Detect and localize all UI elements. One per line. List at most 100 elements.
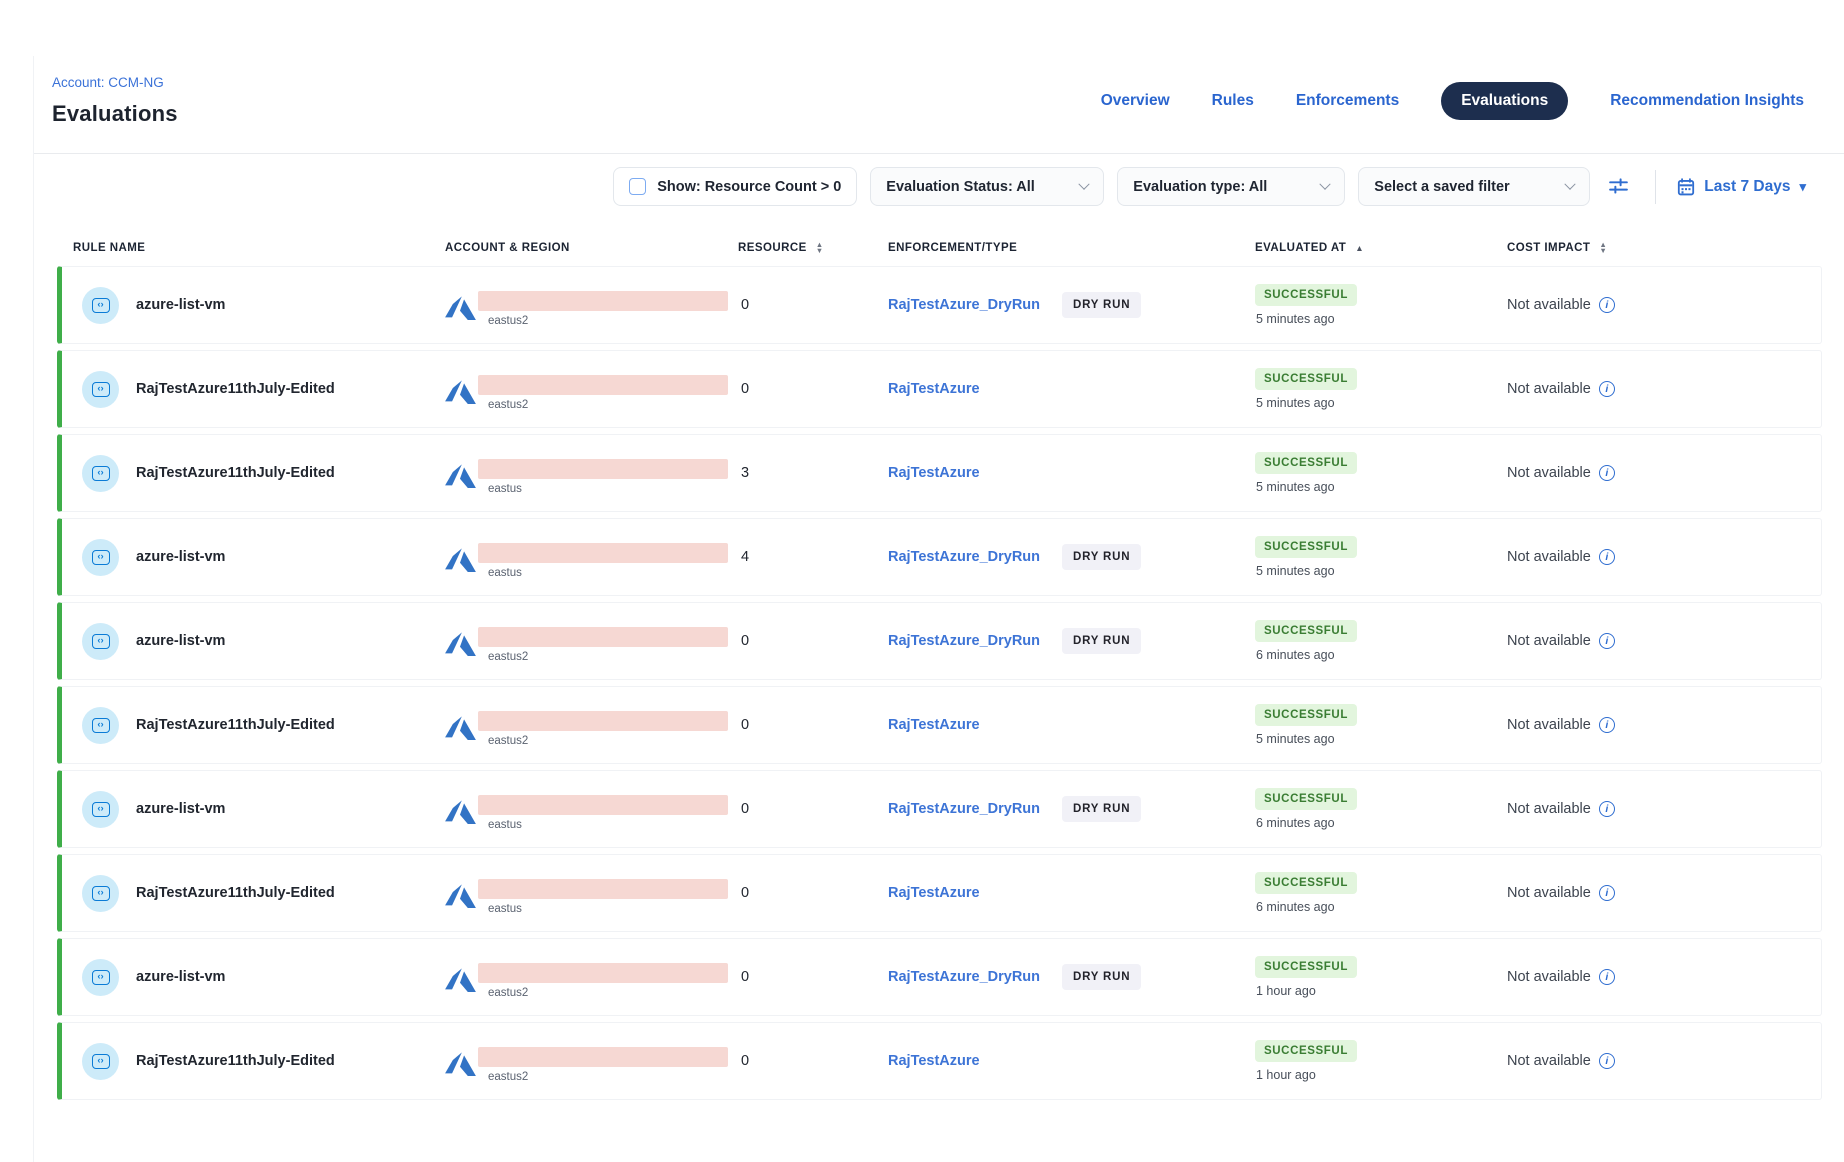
evaluated-at-cell: SUCCESSFUL 6 minutes ago [1255,872,1507,914]
filter-divider [1655,170,1656,204]
enforcement-link[interactable]: RajTestAzure [888,1053,980,1069]
enforcement-link[interactable]: RajTestAzure_DryRun [888,969,1040,985]
resource-count-filter[interactable]: Show: Resource Count > 0 [613,167,857,206]
enforcement-link[interactable]: RajTestAzure_DryRun [888,801,1040,817]
info-icon[interactable]: i [1599,885,1615,901]
account-column: eastus [478,872,728,915]
tab-rules[interactable]: Rules [1212,92,1254,110]
rule-name-cell: ‹› azure-list-vm [62,623,445,660]
table-row[interactable]: ‹› RajTestAzure11thJuly-Edited eastus 0 … [57,854,1822,932]
custom-rule-icon: ‹› [92,718,110,733]
enforcement-link[interactable]: RajTestAzure [888,717,980,733]
date-range-picker[interactable]: Last 7 Days ▾ [1677,178,1806,196]
info-icon[interactable]: i [1599,297,1615,313]
enforcement-link[interactable]: RajTestAzure [888,885,980,901]
column-cost-impact[interactable]: COST IMPACT ▲ ▼ [1507,242,1822,254]
sort-down-arrow: ▼ [816,248,824,254]
evaluated-at-cell: SUCCESSFUL 5 minutes ago [1255,284,1507,326]
date-range-label: Last 7 Days [1704,178,1790,196]
rule-name: RajTestAzure11thJuly-Edited [136,381,335,397]
enforcement-link[interactable]: RajTestAzure_DryRun [888,633,1040,649]
info-icon[interactable]: i [1599,465,1615,481]
info-icon[interactable]: i [1599,969,1615,985]
cost-impact-cell: Not available i [1507,1053,1821,1069]
evaluation-status-dropdown[interactable]: Evaluation Status: All [870,167,1104,206]
evaluated-at-cell: SUCCESSFUL 5 minutes ago [1255,452,1507,494]
evaluated-time: 5 minutes ago [1255,396,1335,410]
enforcement-link[interactable]: RajTestAzure [888,465,980,481]
azure-icon [445,293,476,320]
evaluated-time: 5 minutes ago [1255,732,1335,746]
enforcement-link[interactable]: RajTestAzure_DryRun [888,297,1040,313]
table-row[interactable]: ‹› RajTestAzure11thJuly-Edited eastus2 0… [57,686,1822,764]
table-row[interactable]: ‹› RajTestAzure11thJuly-Edited eastus2 0… [57,350,1822,428]
azure-icon [445,1049,476,1076]
table-row[interactable]: ‹› azure-list-vm eastus2 0 RajTestAzure_… [57,938,1822,1016]
cost-impact-value: Not available [1507,633,1591,649]
resource-count-checkbox[interactable] [629,178,646,195]
account-column: eastus [478,536,728,579]
table-row[interactable]: ‹› RajTestAzure11thJuly-Edited eastus2 0… [57,1022,1822,1100]
tab-enforcements[interactable]: Enforcements [1296,92,1399,110]
column-evaluated-at[interactable]: EVALUATED AT ▲ [1255,242,1507,254]
tab-evaluations[interactable]: Evaluations [1441,82,1568,120]
page-title: Evaluations [52,101,178,127]
cost-impact-value: Not available [1507,297,1591,313]
resource-count: 0 [738,1053,888,1069]
rule-avatar: ‹› [82,1043,119,1080]
account-region-cell: eastus2 [445,620,738,663]
status-badge: SUCCESSFUL [1255,536,1357,558]
caret-down-icon: ▾ [1799,180,1806,193]
evaluated-time: 5 minutes ago [1255,480,1335,494]
sort-updown-icon[interactable]: ▲ ▼ [816,242,824,254]
redacted-account-name [478,711,728,731]
evaluated-time: 6 minutes ago [1255,816,1335,830]
custom-rule-icon: ‹› [92,802,110,817]
breadcrumb-account-link[interactable]: Account: CCM-NG [52,75,164,90]
enforcement-cell: RajTestAzure [888,855,1255,931]
region-label: eastus2 [488,987,728,999]
info-icon[interactable]: i [1599,1053,1615,1069]
evaluated-at-cell: SUCCESSFUL 5 minutes ago [1255,704,1507,746]
dry-run-badge: DRY RUN [1062,544,1141,570]
table-row[interactable]: ‹› azure-list-vm eastus2 0 RajTestAzure_… [57,602,1822,680]
info-icon[interactable]: i [1599,633,1615,649]
filter-settings-button[interactable] [1603,175,1634,198]
sort-ascending-icon[interactable]: ▲ [1355,243,1364,253]
region-label: eastus [488,903,728,915]
cost-impact-cell: Not available i [1507,801,1821,817]
info-icon[interactable]: i [1599,801,1615,817]
redacted-account-name [478,375,728,395]
table-row[interactable]: ‹› azure-list-vm eastus 0 RajTestAzure_D… [57,770,1822,848]
redacted-account-name [478,879,728,899]
account-column: eastus2 [478,620,728,663]
column-resource[interactable]: RESOURCE ▲ ▼ [738,242,888,254]
table-row[interactable]: ‹› azure-list-vm eastus2 0 RajTestAzure_… [57,266,1822,344]
info-icon[interactable]: i [1599,549,1615,565]
region-label: eastus2 [488,315,728,327]
calendar-icon [1677,178,1695,196]
evaluation-type-dropdown[interactable]: Evaluation type: All [1117,167,1345,206]
azure-icon [445,713,476,740]
cost-impact-cell: Not available i [1507,717,1821,733]
rule-avatar: ‹› [82,791,119,828]
custom-rule-icon: ‹› [92,382,110,397]
table-row[interactable]: ‹› azure-list-vm eastus 4 RajTestAzure_D… [57,518,1822,596]
info-icon[interactable]: i [1599,717,1615,733]
table-row[interactable]: ‹› RajTestAzure11thJuly-Edited eastus 3 … [57,434,1822,512]
tab-overview[interactable]: Overview [1101,92,1170,110]
tab-recommendation-insights[interactable]: Recommendation Insights [1610,92,1804,110]
resource-count: 0 [738,885,888,901]
enforcement-link[interactable]: RajTestAzure_DryRun [888,549,1040,565]
region-label: eastus2 [488,735,728,747]
resource-count: 0 [738,297,888,313]
enforcement-link[interactable]: RajTestAzure [888,381,980,397]
sort-updown-icon[interactable]: ▲ ▼ [1599,242,1607,254]
rule-name-cell: ‹› RajTestAzure11thJuly-Edited [62,707,445,744]
evaluated-at-cell: SUCCESSFUL 1 hour ago [1255,1040,1507,1082]
dry-run-badge: DRY RUN [1062,628,1141,654]
saved-filter-dropdown[interactable]: Select a saved filter [1358,167,1590,206]
cost-impact-cell: Not available i [1507,969,1821,985]
evaluation-status-label: Evaluation Status: All [886,179,1035,195]
info-icon[interactable]: i [1599,381,1615,397]
